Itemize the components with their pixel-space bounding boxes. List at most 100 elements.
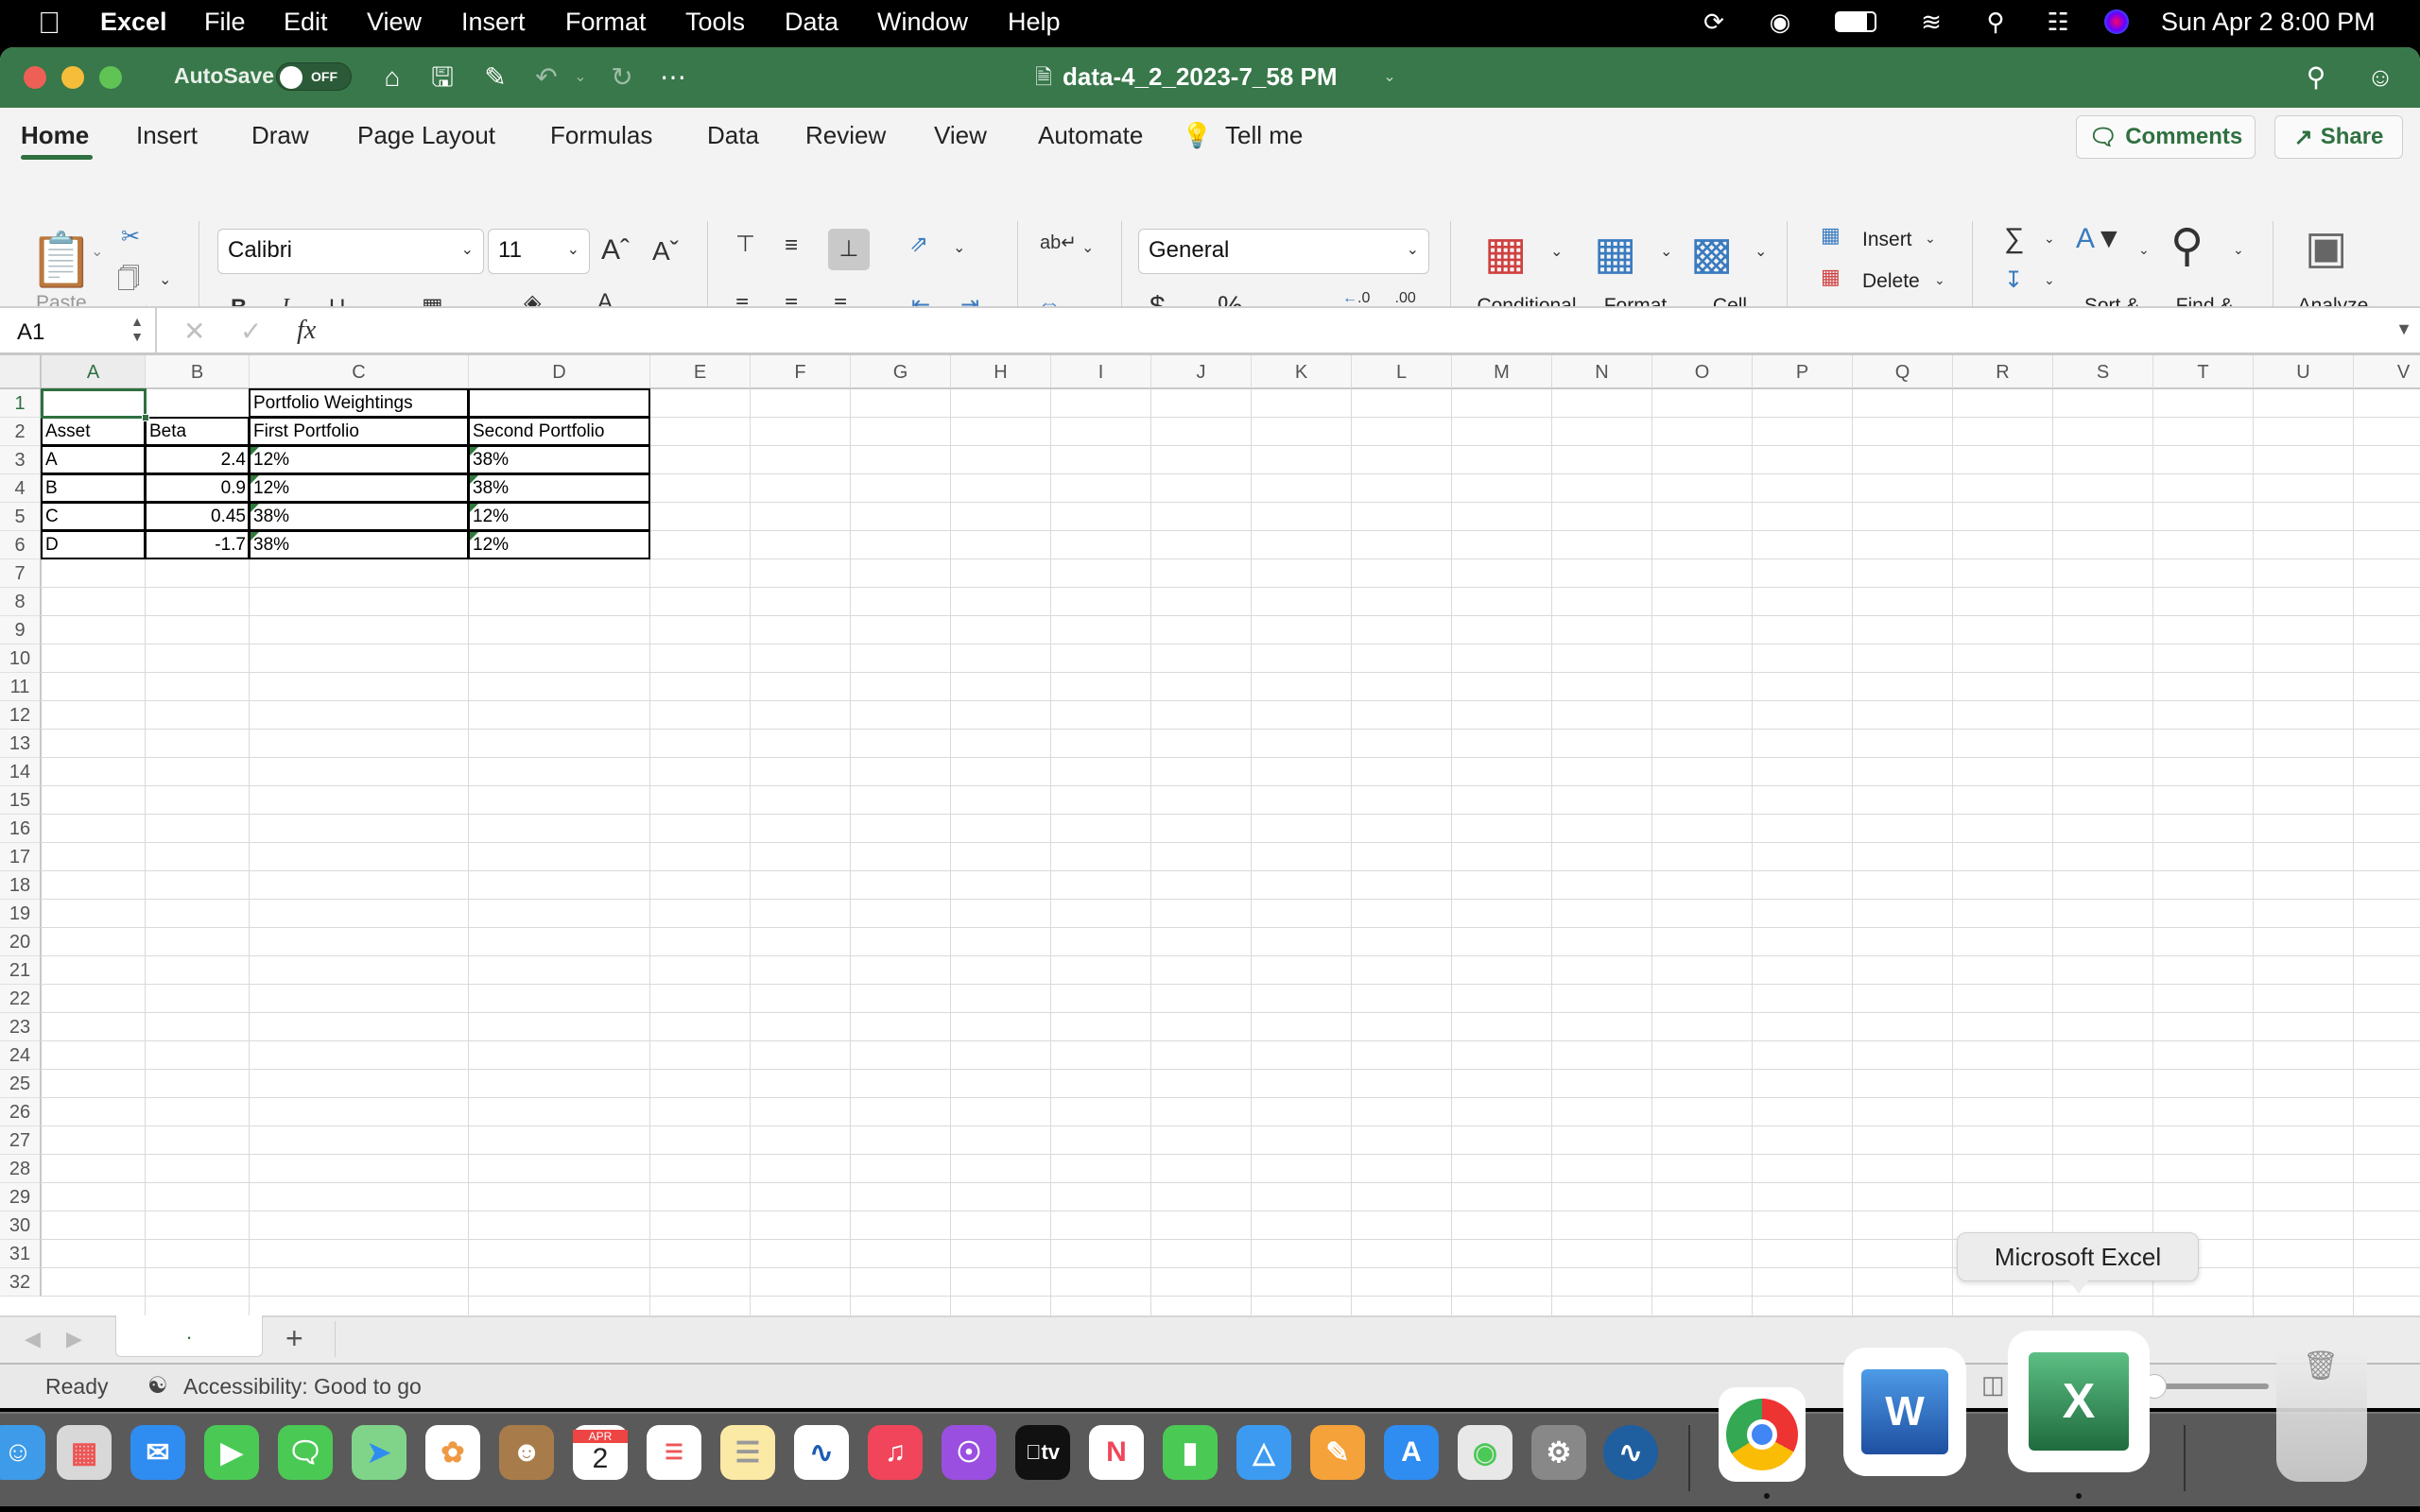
tab-formulas[interactable]: Formulas [550, 121, 652, 150]
menu-help[interactable]: Help [1008, 8, 1061, 37]
column-header-m[interactable]: M [1452, 355, 1552, 389]
dock-excel[interactable]: X [2008, 1331, 2150, 1472]
zoom-window-button[interactable] [99, 66, 122, 89]
align-middle-icon[interactable]: ≡ [785, 232, 798, 259]
cell-c6[interactable]: 38% [250, 531, 469, 559]
analyze-data-icon[interactable]: ▣ [2305, 221, 2347, 274]
expand-formula-bar-icon[interactable]: ▼ [2395, 319, 2412, 339]
cell-d4[interactable]: 38% [469, 474, 650, 503]
cut-icon[interactable]: ✂ [121, 223, 140, 250]
row-header-23[interactable]: 23 [0, 1013, 42, 1041]
column-header-s[interactable]: S [2053, 355, 2153, 389]
cell-d2[interactable]: Second Portfolio [469, 418, 650, 446]
cell-d3[interactable]: 38% [469, 446, 650, 474]
wrap-text-dropdown-icon[interactable]: ⌄ [1081, 238, 1094, 257]
column-header-d[interactable]: D [469, 355, 650, 389]
apple-menu-icon[interactable]:  [38, 6, 60, 41]
dock-find-my[interactable]: ◉ [1458, 1425, 1512, 1480]
cell-styles-icon[interactable]: ▩ [1690, 227, 1733, 280]
add-sheet-button[interactable]: + [285, 1321, 303, 1356]
undo-dropdown-icon[interactable]: ⌄ [563, 60, 597, 94]
row-header-32[interactable]: 32 [0, 1268, 42, 1297]
tab-review[interactable]: Review [805, 121, 886, 150]
align-top-icon[interactable]: ⊤ [735, 231, 755, 258]
row-header-27[interactable]: 27 [0, 1126, 42, 1155]
accessibility-icon[interactable]: ☯ [147, 1372, 168, 1400]
row-header-3[interactable]: 3 [0, 446, 42, 474]
column-header-l[interactable]: L [1352, 355, 1452, 389]
error-indicator-icon[interactable] [470, 504, 478, 512]
dock-freeform[interactable]: ∿ [794, 1425, 849, 1480]
collaborate-icon[interactable]: ☺ [2363, 60, 2397, 94]
error-indicator-icon[interactable] [470, 475, 478, 484]
dock-facetime[interactable]: ▶ [204, 1425, 259, 1480]
cell-c2[interactable]: First Portfolio [250, 418, 469, 446]
save-icon[interactable]: 🖫 [425, 60, 459, 94]
column-header-f[interactable]: F [751, 355, 851, 389]
redo-icon[interactable]: ↻ [605, 60, 639, 94]
row-header-30[interactable]: 30 [0, 1211, 42, 1240]
copy-icon[interactable]: 🗍 [117, 263, 140, 301]
row-header-2[interactable]: 2 [0, 418, 42, 446]
dock-keynote[interactable]: △ [1236, 1425, 1291, 1480]
accessibility-status[interactable]: Accessibility: Good to go [183, 1374, 422, 1400]
battery-icon[interactable] [1832, 8, 1879, 36]
share-button[interactable]: ↗ Share [2274, 115, 2403, 159]
wifi-icon[interactable]: ≋ [1915, 8, 1947, 36]
fill-icon[interactable]: ↧ [2004, 266, 2023, 294]
more-options-icon[interactable]: ⋯ [656, 60, 690, 94]
insert-cells-button[interactable]: Insert [1862, 229, 1912, 250]
menu-data[interactable]: Data [785, 8, 838, 37]
column-header-a[interactable]: A [42, 355, 146, 389]
row-header-8[interactable]: 8 [0, 588, 42, 616]
menu-format[interactable]: Format [565, 8, 647, 37]
zoom-slider[interactable] [2155, 1383, 2269, 1389]
cell-b2[interactable]: Beta [146, 418, 250, 446]
insert-cells-icon[interactable]: ▦ [1821, 223, 1841, 248]
home-icon[interactable]: ⌂ [375, 60, 409, 94]
cell-b3[interactable]: 2.4 [146, 446, 250, 474]
tab-home[interactable]: Home [21, 121, 89, 150]
autosave-toggle[interactable]: OFF [276, 62, 352, 91]
error-indicator-icon[interactable] [470, 532, 478, 541]
column-header-r[interactable]: R [1953, 355, 2053, 389]
row-header-5[interactable]: 5 [0, 503, 42, 531]
name-box[interactable]: A1 ▲ ▼ [0, 308, 157, 353]
dock-contacts[interactable]: ☻ [499, 1425, 554, 1480]
column-header-q[interactable]: Q [1853, 355, 1953, 389]
row-header-7[interactable]: 7 [0, 559, 42, 588]
tab-automate[interactable]: Automate [1038, 121, 1143, 150]
dock-tv[interactable]: tv [1015, 1425, 1070, 1480]
orientation-dropdown-icon[interactable]: ⌄ [953, 238, 965, 257]
column-header-n[interactable]: N [1552, 355, 1652, 389]
row-header-4[interactable]: 4 [0, 474, 42, 503]
row-header-15[interactable]: 15 [0, 786, 42, 815]
sync-status-icon[interactable]: ⟳ [1698, 8, 1730, 36]
format-as-table-dropdown-icon[interactable]: ⌄ [1660, 242, 1672, 261]
font-size-select[interactable]: 11 ⌄ [488, 229, 590, 274]
sort-filter-dropdown-icon[interactable]: ⌄ [2138, 242, 2150, 258]
column-header-k[interactable]: K [1252, 355, 1352, 389]
cell-d5[interactable]: 12% [469, 503, 650, 531]
number-format-select[interactable]: General ⌄ [1138, 229, 1429, 274]
row-header-22[interactable]: 22 [0, 985, 42, 1013]
dock-mail[interactable]: ✉ [130, 1425, 185, 1480]
dock-numbers[interactable]: ▮ [1163, 1425, 1218, 1480]
conditional-formatting-icon[interactable]: ▦ [1484, 227, 1527, 280]
wrap-text-icon[interactable]: ab↵ [1040, 231, 1077, 254]
dock-messages[interactable]: 🗨 [278, 1425, 333, 1480]
tab-draw[interactable]: Draw [251, 121, 309, 150]
row-header-20[interactable]: 20 [0, 928, 42, 956]
row-header-10[interactable]: 10 [0, 644, 42, 673]
page-layout-view-icon[interactable]: ◫ [1981, 1370, 2005, 1400]
increase-font-size-icon[interactable]: Aˆ [601, 234, 630, 266]
tell-me-search[interactable]: Tell me [1225, 121, 1303, 150]
row-header-18[interactable]: 18 [0, 871, 42, 900]
error-indicator-icon[interactable] [251, 475, 259, 484]
dock-pages[interactable]: ✎ [1310, 1425, 1365, 1480]
column-header-o[interactable]: O [1652, 355, 1753, 389]
dock-chrome[interactable] [1719, 1387, 1806, 1482]
row-header-13[interactable]: 13 [0, 730, 42, 758]
tab-view[interactable]: View [934, 121, 987, 150]
column-header-t[interactable]: T [2153, 355, 2254, 389]
